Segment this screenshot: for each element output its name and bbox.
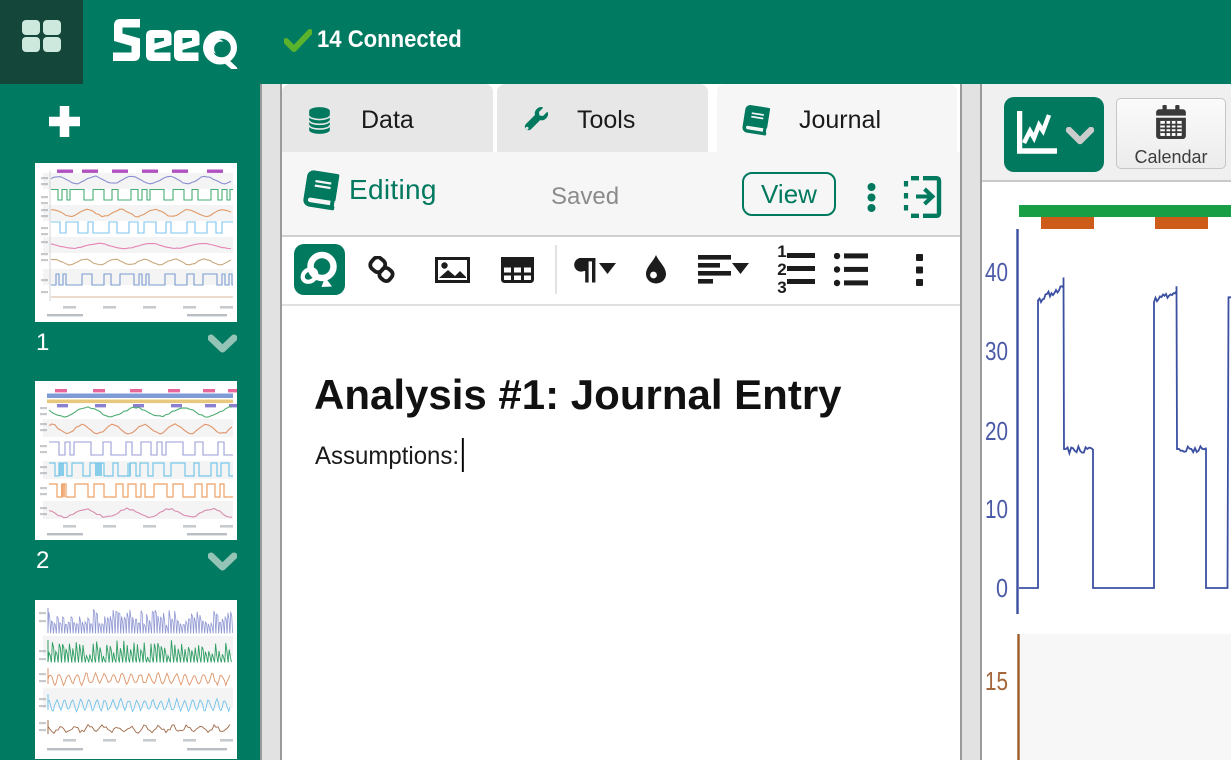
svg-text:40: 40 [985,257,1008,287]
svg-text:15: 15 [985,666,1008,696]
svg-text:30: 30 [985,336,1008,366]
svg-text:0: 0 [996,573,1008,603]
svg-text:10: 10 [985,494,1008,524]
svg-text:20: 20 [985,416,1008,446]
